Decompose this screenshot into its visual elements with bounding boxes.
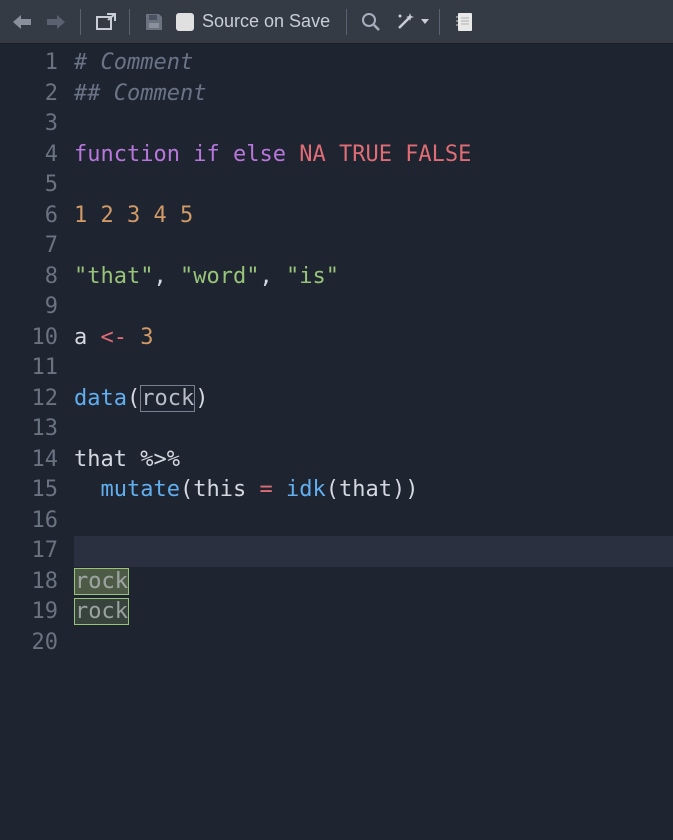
code-line[interactable]	[74, 109, 673, 140]
notebook-icon[interactable]	[450, 8, 478, 36]
line-number: 14	[0, 445, 58, 476]
const-token: TRUE	[339, 142, 392, 167]
operator-token: <-	[101, 325, 128, 350]
keyword-token: if	[193, 142, 220, 167]
toolbar-separator	[129, 9, 130, 35]
line-number: 9	[0, 292, 58, 323]
number-token: 3	[140, 325, 153, 350]
line-number: 10	[0, 323, 58, 354]
pipe-token: %>%	[140, 447, 180, 472]
line-number: 13	[0, 414, 58, 445]
identifier-token: that	[74, 447, 140, 472]
toolbar-separator	[80, 9, 81, 35]
source-on-save-checkbox[interactable]	[176, 13, 194, 31]
line-number: 17	[0, 536, 58, 567]
line-number: 4	[0, 140, 58, 171]
wand-dropdown-icon[interactable]	[421, 19, 429, 24]
function-token: idk	[286, 477, 326, 502]
line-number: 7	[0, 231, 58, 262]
identifier-token: that	[339, 477, 392, 502]
code-line[interactable]: data(rock)	[74, 384, 673, 415]
line-number: 2	[0, 79, 58, 110]
code-line[interactable]	[74, 292, 673, 323]
line-number: 12	[0, 384, 58, 415]
function-token: mutate	[101, 477, 180, 502]
toolbar-separator	[439, 9, 440, 35]
const-token: NA	[299, 142, 326, 167]
line-number: 6	[0, 201, 58, 232]
string-token: "that"	[74, 264, 153, 289]
line-number: 5	[0, 170, 58, 201]
line-number: 20	[0, 628, 58, 659]
comment-token: ## Comment	[74, 81, 206, 106]
wand-icon[interactable]	[391, 8, 419, 36]
string-token: "is"	[286, 264, 339, 289]
line-number: 16	[0, 506, 58, 537]
search-match: rock	[140, 385, 195, 412]
back-icon[interactable]	[8, 8, 36, 36]
line-number: 18	[0, 567, 58, 598]
search-icon[interactable]	[357, 8, 385, 36]
code-area[interactable]: # Comment ## Comment function if else NA…	[74, 44, 673, 840]
code-line[interactable]: "that", "word", "is"	[74, 262, 673, 293]
code-line[interactable]: # Comment	[74, 48, 673, 79]
operator-token: =	[259, 477, 272, 502]
code-line[interactable]: function if else NA TRUE FALSE	[74, 140, 673, 171]
popout-icon[interactable]	[91, 8, 119, 36]
line-number: 19	[0, 597, 58, 628]
number-token: 1 2 3 4 5	[74, 203, 193, 228]
code-line[interactable]: rock	[74, 567, 673, 598]
const-token: FALSE	[405, 142, 471, 167]
code-line[interactable]: that %>%	[74, 445, 673, 476]
editor[interactable]: 1 2 3 4 5 6 7 8 9 10 11 12 13 14 15 16 1…	[0, 44, 673, 840]
code-line[interactable]	[74, 506, 673, 537]
code-line[interactable]	[74, 231, 673, 262]
code-line[interactable]: ## Comment	[74, 79, 673, 110]
keyword-token: function	[74, 142, 180, 167]
identifier-token: this	[193, 477, 259, 502]
code-line[interactable]: mutate(this = idk(that))	[74, 475, 673, 506]
line-number: 11	[0, 353, 58, 384]
code-line[interactable]	[74, 353, 673, 384]
source-on-save-label: Source on Save	[202, 11, 330, 32]
keyword-token: else	[233, 142, 286, 167]
active-line-highlight	[74, 536, 673, 567]
line-number: 3	[0, 109, 58, 140]
code-line[interactable]	[74, 628, 673, 659]
forward-icon[interactable]	[42, 8, 70, 36]
search-match: rock	[74, 568, 129, 595]
toolbar-separator	[346, 9, 347, 35]
identifier-token: a	[74, 325, 101, 350]
save-icon[interactable]	[140, 8, 168, 36]
code-line[interactable]: rock	[74, 597, 673, 628]
function-token: data	[74, 386, 127, 411]
code-line[interactable]: rock	[74, 536, 673, 567]
comment-token: # Comment	[74, 50, 193, 75]
line-number: 1	[0, 48, 58, 79]
code-line[interactable]	[74, 170, 673, 201]
code-line[interactable]: a <- 3	[74, 323, 673, 354]
toolbar: Source on Save	[0, 0, 673, 44]
search-match: rock	[74, 598, 129, 625]
gutter: 1 2 3 4 5 6 7 8 9 10 11 12 13 14 15 16 1…	[0, 44, 74, 840]
line-number: 15	[0, 475, 58, 506]
code-line[interactable]	[74, 414, 673, 445]
code-line[interactable]: 1 2 3 4 5	[74, 201, 673, 232]
string-token: "word"	[180, 264, 259, 289]
line-number: 8	[0, 262, 58, 293]
